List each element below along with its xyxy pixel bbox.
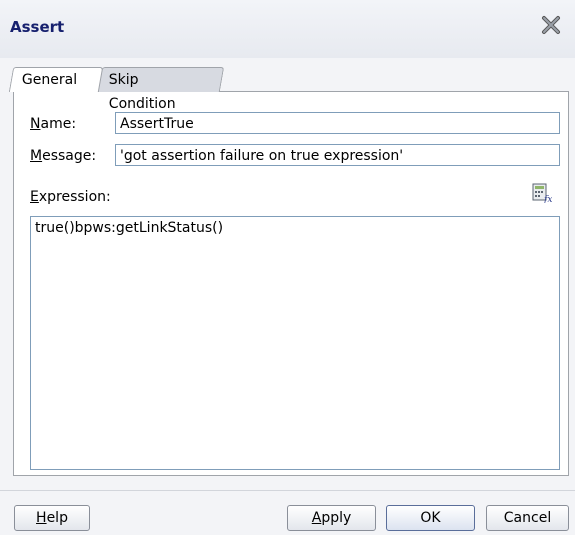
expression-textarea[interactable]: true()bpws:getLinkStatus()	[30, 216, 560, 470]
tab-general-label: General	[21, 72, 78, 88]
tab-skip-condition-label: Skip Condition	[108, 72, 176, 112]
dialog-titlebar: Assert	[0, 0, 575, 58]
message-label: Message:	[30, 148, 97, 164]
name-label: Name:	[30, 116, 77, 132]
help-button[interactable]: Help	[14, 505, 90, 531]
apply-button[interactable]: Apply	[287, 505, 376, 531]
ok-button[interactable]: OK	[386, 505, 475, 531]
expression-label: Expression:	[30, 189, 111, 205]
tab-general[interactable]: General	[8, 67, 104, 92]
svg-text:fx: fx	[543, 195, 552, 203]
dialog-title: Assert	[10, 18, 65, 36]
tab-skip-condition[interactable]: Skip Condition	[97, 67, 225, 112]
message-field[interactable]: 'got assertion failure on true expressio…	[115, 144, 560, 166]
cancel-button[interactable]: Cancel	[486, 505, 569, 531]
expression-builder-icon[interactable]: fx	[532, 183, 552, 205]
close-icon[interactable]	[540, 14, 562, 36]
button-bar-separator	[0, 490, 575, 491]
